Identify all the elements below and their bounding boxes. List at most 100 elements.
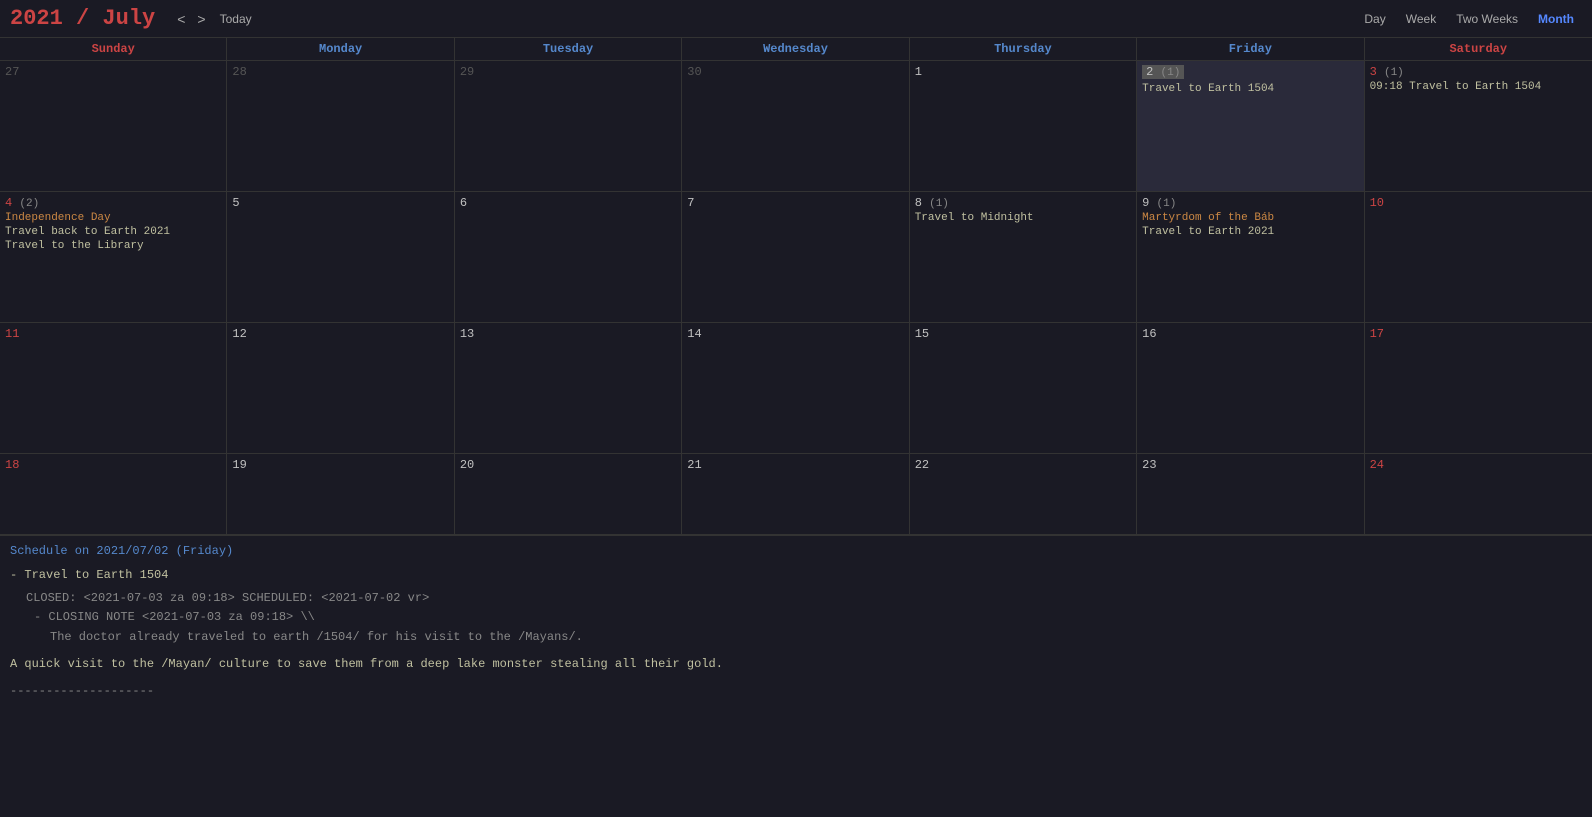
day-num: 11 [5,327,19,341]
next-button[interactable]: > [191,9,211,29]
event-travel-1504[interactable]: Travel to Earth 1504 [1142,83,1358,95]
day-num: 13 [460,327,474,341]
day-cell-jul19[interactable]: 19 [227,454,454,534]
calendar-title: 2021 / July [10,6,155,31]
header-saturday: Saturday [1365,38,1592,60]
divider: -------------------- [10,682,1582,701]
header: 2021 / July < > Today Day Week Two Weeks… [0,0,1592,38]
day-view-button[interactable]: Day [1356,10,1393,28]
day-cell-jun28[interactable]: 28 [227,61,454,191]
day-num: 20 [460,458,474,472]
week-row-1: 27 28 29 30 1 2 (1) Travel to Earth 1504… [0,61,1592,192]
day-num: 2 (1) [1142,65,1184,79]
day-cell-jul21[interactable]: 21 [682,454,909,534]
header-monday: Monday [227,38,454,60]
schedule-item-title: - Travel to Earth 1504 [10,566,1582,585]
day-cell-jul16[interactable]: 16 [1137,323,1364,453]
day-cell-jun27[interactable]: 27 [0,61,227,191]
day-cell-jun30[interactable]: 30 [682,61,909,191]
event-travel-earth2021[interactable]: Travel to Earth 2021 [1142,226,1358,238]
day-cell-jul3[interactable]: 3 (1) 09:18 Travel to Earth 1504 [1365,61,1592,191]
day-num: 10 [1370,196,1384,210]
summary-text: A quick visit to the /Mayan/ culture to … [10,655,1582,674]
two-weeks-view-button[interactable]: Two Weeks [1448,10,1526,28]
month-label: July [102,6,155,31]
day-num: 24 [1370,458,1384,472]
week-row-2: 4 (2) Independence Day Travel back to Ea… [0,192,1592,323]
header-tuesday: Tuesday [455,38,682,60]
schedule-panel: Schedule on 2021/07/02 (Friday) - Travel… [0,535,1592,709]
day-num: 22 [915,458,929,472]
header-thursday: Thursday [910,38,1137,60]
day-num: 15 [915,327,929,341]
today-button[interactable]: Today [212,10,260,28]
prev-button[interactable]: < [171,9,191,29]
day-cell-jul18[interactable]: 18 [0,454,227,534]
day-cell-jul5[interactable]: 5 [227,192,454,322]
day-num: 12 [232,327,246,341]
week-row-3: 11 12 13 14 15 16 17 [0,323,1592,454]
event-travel-back[interactable]: Travel back to Earth 2021 [5,226,221,238]
day-num: 16 [1142,327,1156,341]
event-independence[interactable]: Independence Day [5,212,221,224]
day-num: 4 (2) [5,196,39,210]
event-travel-library[interactable]: Travel to the Library [5,240,221,252]
day-num: 30 [687,65,701,79]
header-wednesday: Wednesday [682,38,909,60]
day-num: 27 [5,65,19,79]
event-sat-travel[interactable]: 09:18 Travel to Earth 1504 [1370,81,1587,93]
day-cell-jul14[interactable]: 14 [682,323,909,453]
calendar: Sunday Monday Tuesday Wednesday Thursday… [0,38,1592,535]
week-row-4: 18 19 20 21 22 23 24 [0,454,1592,535]
day-headers: Sunday Monday Tuesday Wednesday Thursday… [0,38,1592,61]
day-num: 29 [460,65,474,79]
day-cell-jul9[interactable]: 9 (1) Martyrdom of the Báb Travel to Ear… [1137,192,1364,322]
day-cell-jul22[interactable]: 22 [910,454,1137,534]
day-num: 6 [460,196,467,210]
day-cell-jul4[interactable]: 4 (2) Independence Day Travel back to Ea… [0,192,227,322]
day-num: 28 [232,65,246,79]
day-cell-jul8[interactable]: 8 (1) Travel to Midnight [910,192,1137,322]
day-cell-jul10[interactable]: 10 [1365,192,1592,322]
day-cell-jul7[interactable]: 7 [682,192,909,322]
header-sunday: Sunday [0,38,227,60]
schedule-title: Schedule on 2021/07/02 (Friday) [10,544,1582,558]
day-cell-jul11[interactable]: 11 [0,323,227,453]
day-num: 3 (1) [1370,65,1404,79]
day-num: 23 [1142,458,1156,472]
day-cell-jul13[interactable]: 13 [455,323,682,453]
note-line1: The doctor already traveled to earth /15… [50,628,1582,647]
day-cell-jul23[interactable]: 23 [1137,454,1364,534]
view-buttons: Day Week Two Weeks Month [1356,10,1582,28]
closing-note-label: - CLOSING NOTE <2021-07-03 za 09:18> \\ [34,608,1582,627]
schedule-content: - Travel to Earth 1504 CLOSED: <2021-07-… [10,566,1582,701]
event-travel-midnight[interactable]: Travel to Midnight [915,212,1131,224]
header-friday: Friday [1137,38,1364,60]
slash-label: / [63,6,103,31]
day-num: 14 [687,327,701,341]
app: 2021 / July < > Today Day Week Two Weeks… [0,0,1592,817]
day-cell-jul17[interactable]: 17 [1365,323,1592,453]
day-cell-jul12[interactable]: 12 [227,323,454,453]
week-view-button[interactable]: Week [1398,10,1444,28]
day-cell-jun29[interactable]: 29 [455,61,682,191]
closed-line: CLOSED: <2021-07-03 za 09:18> SCHEDULED:… [26,589,1582,608]
bullet: - [10,568,24,582]
day-cell-jul6[interactable]: 6 [455,192,682,322]
day-cell-jul24[interactable]: 24 [1365,454,1592,534]
event-martyrdom[interactable]: Martyrdom of the Báb [1142,212,1358,224]
day-num: 19 [232,458,246,472]
day-num: 7 [687,196,694,210]
day-num: 1 [915,65,922,79]
day-cell-jul20[interactable]: 20 [455,454,682,534]
day-num: 8 (1) [915,196,949,210]
day-num: 17 [1370,327,1384,341]
day-num: 21 [687,458,701,472]
day-cell-jul1[interactable]: 1 [910,61,1137,191]
day-num: 5 [232,196,239,210]
year-label: 2021 [10,6,63,31]
item-name: Travel to Earth 1504 [24,568,168,582]
day-cell-jul2[interactable]: 2 (1) Travel to Earth 1504 [1137,61,1364,191]
day-cell-jul15[interactable]: 15 [910,323,1137,453]
month-view-button[interactable]: Month [1530,10,1582,28]
